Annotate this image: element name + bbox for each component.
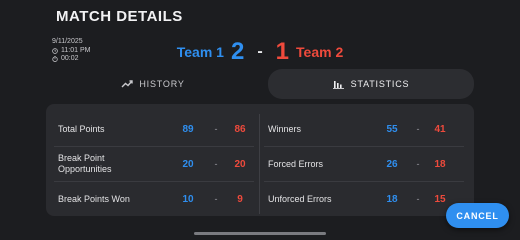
stat-team2-value: 86 <box>234 123 246 135</box>
stat-separator: - <box>416 124 420 134</box>
tab-history-label: HISTORY <box>139 79 185 89</box>
team1-score: 2 <box>230 38 245 65</box>
stat-team2-value: 9 <box>237 193 243 205</box>
scoreboard: Team 1 2 - 1 Team 2 <box>0 38 520 66</box>
stat-separator: - <box>214 159 218 169</box>
home-indicator[interactable] <box>194 232 326 235</box>
cancel-button[interactable]: CANCEL <box>446 203 509 228</box>
tab-statistics[interactable]: STATISTICS <box>268 69 474 99</box>
column-divider <box>259 114 260 214</box>
stats-column-right: Winners 55 - 41 Forced Errors 26 - 18 Un… <box>264 112 464 216</box>
stat-label: Break Points Won <box>58 193 130 204</box>
bar-chart-icon <box>332 81 344 89</box>
stat-team1-value: 20 <box>182 158 194 170</box>
tab-bar: HISTORY STATISTICS <box>46 69 474 99</box>
stat-row: Break Point Opportunities 20 - 20 <box>54 147 254 182</box>
statistics-panel: Total Points 89 - 86 Break Point Opportu… <box>46 104 474 216</box>
stat-label: Winners <box>268 123 302 134</box>
stat-team2-value: 18 <box>434 158 446 170</box>
stat-label: Unforced Errors <box>268 193 332 204</box>
stat-team1-value: 26 <box>386 158 398 170</box>
stat-team2-value: 41 <box>434 123 446 135</box>
stat-team1-value: 10 <box>182 193 194 205</box>
stat-separator: - <box>214 194 218 204</box>
tab-history[interactable]: HISTORY <box>46 69 260 99</box>
stat-label: Break Point Opportunities <box>58 153 112 174</box>
stats-column-left: Total Points 89 - 86 Break Point Opportu… <box>54 112 254 216</box>
stat-team2-value: 20 <box>234 158 246 170</box>
stat-label: Forced Errors <box>268 158 324 169</box>
team2-score: 1 <box>275 38 290 65</box>
tab-statistics-label: STATISTICS <box>350 79 410 89</box>
team2-name: Team 2 <box>296 44 344 60</box>
stat-row: Forced Errors 26 - 18 <box>264 147 464 182</box>
score-separator: - <box>257 43 263 60</box>
stat-team1-value: 89 <box>182 123 194 135</box>
stat-label: Total Points <box>58 123 105 134</box>
stat-row: Break Points Won 10 - 9 <box>54 182 254 216</box>
stat-row: Total Points 89 - 86 <box>54 112 254 147</box>
stat-separator: - <box>416 159 420 169</box>
stat-team1-value: 18 <box>386 193 398 205</box>
stat-team1-value: 55 <box>386 123 398 135</box>
trend-icon <box>121 80 134 88</box>
stat-separator: - <box>214 124 218 134</box>
team1-name: Team 1 <box>176 44 224 60</box>
page-title: MATCH DETAILS <box>56 8 183 25</box>
stat-separator: - <box>416 194 420 204</box>
stat-team2-value: 15 <box>434 193 446 205</box>
stat-row: Winners 55 - 41 <box>264 112 464 147</box>
stat-row: Unforced Errors 18 - 15 <box>264 182 464 216</box>
